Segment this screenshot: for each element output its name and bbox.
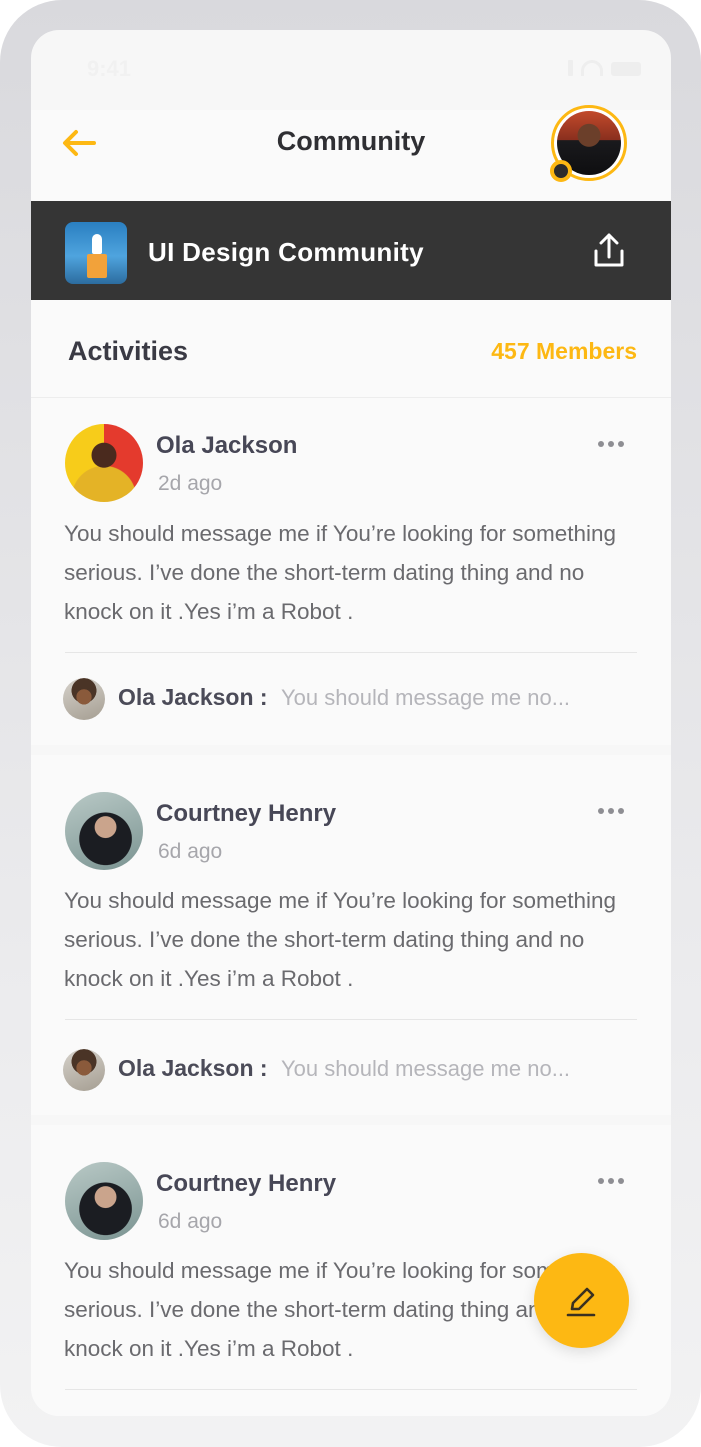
post-author-avatar[interactable] [65,424,143,502]
app-header: Community [31,105,671,201]
logo-block [87,254,107,278]
comment-text: You should message me no... [281,1056,571,1081]
community-name: UI Design Community [148,237,424,267]
post-body: You should message me if You’re looking … [64,888,617,991]
activities-header: Activities 457 Members [31,300,671,398]
comment-text: You should message me no... [281,685,571,710]
app-screen: 9:41 Community UI Design Community Activ… [31,30,671,1416]
post-author-name[interactable]: Ola Jackson [156,432,297,460]
more-options-button[interactable] [593,1171,629,1191]
dot-icon [618,441,624,447]
post-timestamp: 2d ago [158,472,223,495]
status-time: 9:41 [87,56,132,81]
signal-icon [568,60,573,76]
more-options-button[interactable] [593,434,629,454]
dot-icon [598,441,604,447]
commenter-name: Ola Jackson : [118,1055,268,1081]
post-divider [65,1019,637,1020]
post-divider [65,652,637,653]
online-status-icon [550,160,572,182]
commenter-avatar [63,678,105,720]
logo-figure [92,234,102,254]
post-timestamp: 6d ago [158,840,223,863]
comment-preview[interactable]: Ola Jackson : You should message me no..… [63,676,643,720]
post-author-name[interactable]: Courtney Henry [156,1170,336,1198]
profile-avatar[interactable] [550,105,627,182]
post-author-avatar[interactable] [65,792,143,870]
community-logo [65,222,127,284]
dot-icon [598,1178,604,1184]
status-icons [568,60,641,76]
activities-title: Activities [68,336,189,366]
community-banner: UI Design Community [31,201,671,300]
battery-icon [611,62,641,76]
post-timestamp: 6d ago [158,1210,223,1233]
dot-icon [618,1178,624,1184]
dot-icon [608,441,614,447]
dot-icon [608,1178,614,1184]
post-author-avatar[interactable] [65,1162,143,1240]
more-options-button[interactable] [593,801,629,821]
status-bar: 9:41 [31,30,671,110]
post-card: Ola Jackson 2d ago You should message me… [31,398,671,745]
pencil-icon [566,1287,595,1316]
commenter-name: Ola Jackson : [118,684,268,710]
commenter-avatar [63,1049,105,1091]
comment-preview[interactable]: Ola Jackson : You should message me no..… [63,1047,643,1091]
wifi-icon [581,60,603,76]
post-body: You should message me if You’re looking … [64,521,617,624]
dot-icon [598,808,604,814]
compose-button[interactable] [534,1253,629,1348]
share-icon [594,233,624,267]
dot-icon [618,808,624,814]
post-card: Courtney Henry 6d ago You should message… [31,755,671,1115]
share-button[interactable] [589,231,629,271]
post-author-name[interactable]: Courtney Henry [156,800,336,828]
dot-icon [608,808,614,814]
post-divider [65,1389,637,1390]
phone-frame: 9:41 Community UI Design Community Activ… [0,0,701,1447]
members-count[interactable]: 457 Members [491,338,637,365]
